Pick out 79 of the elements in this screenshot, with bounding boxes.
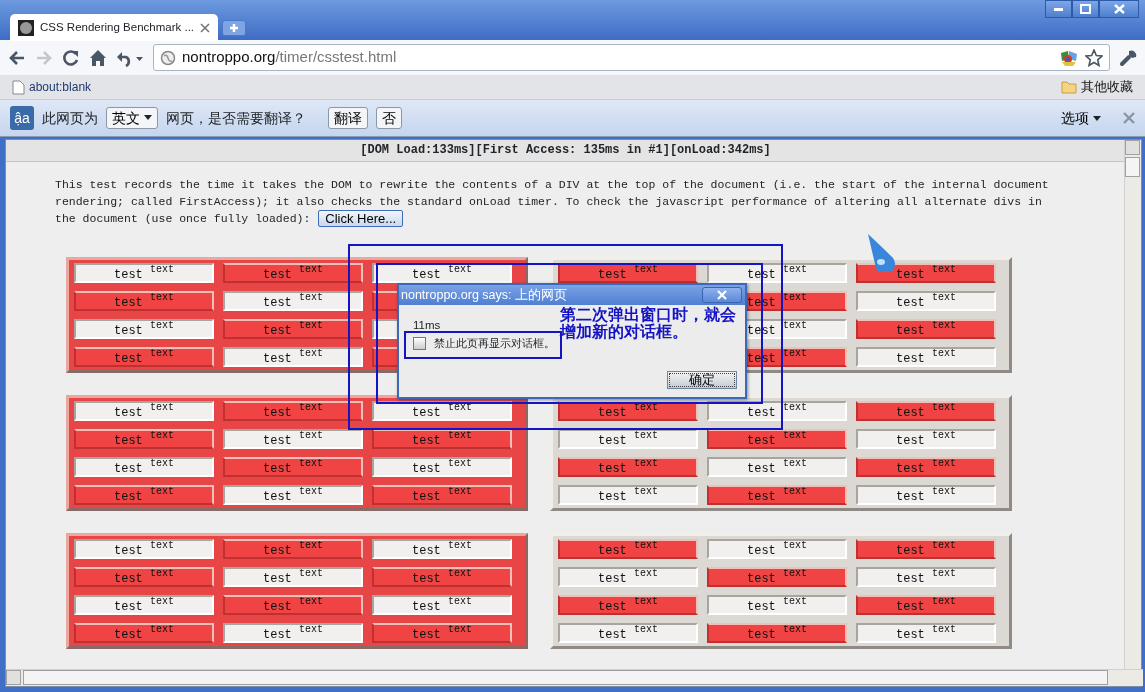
test-cell: test $^{text}$ [856, 429, 996, 449]
test-cell: test $^{text}$ [856, 291, 996, 311]
click-here-button[interactable]: Click Here... [318, 210, 404, 227]
test-cell: test $^{text}$ [223, 291, 363, 311]
test-cell: test $^{text}$ [856, 567, 996, 587]
test-cell: test $^{text}$ [707, 623, 847, 643]
test-cell: test $^{text}$ [372, 623, 512, 643]
test-cell: test $^{text}$ [74, 319, 214, 339]
language-dropdown[interactable]: 英文 [106, 106, 158, 130]
test-cell: test $^{text}$ [558, 567, 698, 587]
test-cell: test $^{text}$ [74, 485, 214, 505]
bookmark-link[interactable]: about:blank [12, 78, 92, 96]
test-cell: test $^{text}$ [372, 429, 512, 449]
test-cell: test $^{text}$ [707, 595, 847, 615]
test-cell: test $^{text}$ [707, 539, 847, 559]
test-cell: test $^{text}$ [223, 401, 363, 421]
test-cell: test $^{text}$ [372, 539, 512, 559]
test-cell: test $^{text}$ [856, 623, 996, 643]
test-cell: test $^{text}$ [707, 567, 847, 587]
test-cell: test $^{text}$ [558, 485, 698, 505]
dialog-title: nontroppo.org says: 上的网页 [401, 286, 567, 304]
test-cell: test $^{text}$ [223, 457, 363, 477]
translate-question: 网页，是否需要翻译？ [166, 108, 306, 128]
test-cell: test $^{text}$ [558, 429, 698, 449]
test-cell: test $^{text}$ [707, 401, 847, 421]
test-cell: test $^{text}$ [707, 429, 847, 449]
test-cell: test $^{text}$ [558, 595, 698, 615]
url-text: nontroppo.org/timer/csstest.html [182, 47, 398, 68]
test-cell: test $^{text}$ [558, 623, 698, 643]
browser-tab[interactable]: CSS Rendering Benchmark ... [10, 14, 218, 41]
test-cell: test $^{text}$ [372, 485, 512, 505]
test-cell: test $^{text}$ [856, 539, 996, 559]
test-cell: test $^{text}$ [558, 457, 698, 477]
test-cell: test $^{text}$ [372, 567, 512, 587]
test-cell: test $^{text}$ [74, 567, 214, 587]
translate-icon: ậa [10, 106, 34, 130]
test-cell: test $^{text}$ [74, 401, 214, 421]
test-cell: test $^{text}$ [223, 567, 363, 587]
test-cell: test $^{text}$ [856, 457, 996, 477]
test-cell: test $^{text}$ [223, 595, 363, 615]
test-cell: test $^{text}$ [223, 623, 363, 643]
test-cell: test $^{text}$ [223, 319, 363, 339]
test-cell: test $^{text}$ [856, 401, 996, 421]
test-cell: test $^{text}$ [856, 595, 996, 615]
test-cell: test $^{text}$ [372, 457, 512, 477]
test-cell: test $^{text}$ [558, 539, 698, 559]
test-cell: test $^{text}$ [372, 401, 512, 421]
test-cell: test $^{text}$ [223, 539, 363, 559]
test-cell: test $^{text}$ [856, 485, 996, 505]
translate-button[interactable]: 翻译 [328, 106, 368, 130]
test-cell: test $^{text}$ [707, 457, 847, 477]
test-cell: test $^{text}$ [707, 485, 847, 505]
test-cell: test $^{text}$ [223, 263, 363, 283]
test-cell: test $^{text}$ [74, 291, 214, 311]
test-cell: test $^{text}$ [558, 401, 698, 421]
translate-prompt: 此网页为 [42, 108, 98, 128]
options-menu[interactable]: 选项 [1061, 107, 1101, 129]
test-cell: test $^{text}$ [223, 485, 363, 505]
test-cell: test $^{text}$ [223, 429, 363, 449]
checkbox-label: 禁止此页再显示对话框。 [434, 336, 555, 351]
test-cell: test $^{text}$ [856, 347, 996, 367]
test-cell: test $^{text}$ [74, 457, 214, 477]
description-text: the document (use once fully loaded): [55, 211, 311, 227]
test-cell: test $^{text}$ [74, 595, 214, 615]
test-cell: test $^{text}$ [223, 347, 363, 367]
test-cell: test $^{text}$ [856, 263, 996, 283]
address-bar[interactable]: nontroppo.org/timer/csstest.html [153, 44, 1110, 71]
test-cell: test $^{text}$ [74, 539, 214, 559]
test-cell: test $^{text}$ [558, 263, 698, 283]
dialog-message: 11ms [413, 318, 441, 333]
test-cell: test $^{text}$ [856, 319, 996, 339]
test-cell: test $^{text}$ [74, 623, 214, 643]
decline-button[interactable]: 否 [376, 106, 402, 130]
test-cell: test $^{text}$ [372, 595, 512, 615]
test-cell: test $^{text}$ [74, 263, 214, 283]
test-cell: test $^{text}$ [74, 429, 214, 449]
ok-button[interactable]: 确定 [667, 371, 737, 389]
test-cell: test $^{text}$ [74, 347, 214, 367]
bookmark-folder[interactable]: 其他收藏 [1061, 77, 1133, 97]
